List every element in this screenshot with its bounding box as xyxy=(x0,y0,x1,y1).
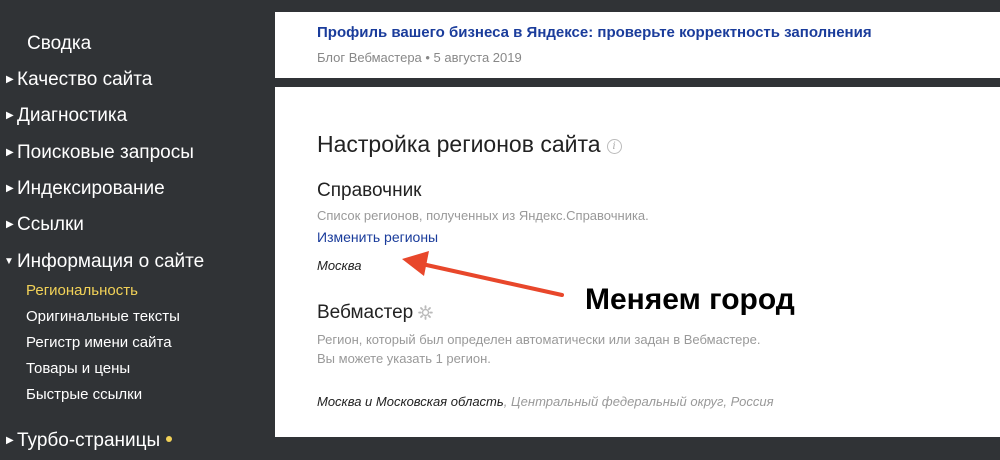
annotation-text: Меняем город xyxy=(585,283,795,316)
annotation-arrow xyxy=(402,251,564,297)
